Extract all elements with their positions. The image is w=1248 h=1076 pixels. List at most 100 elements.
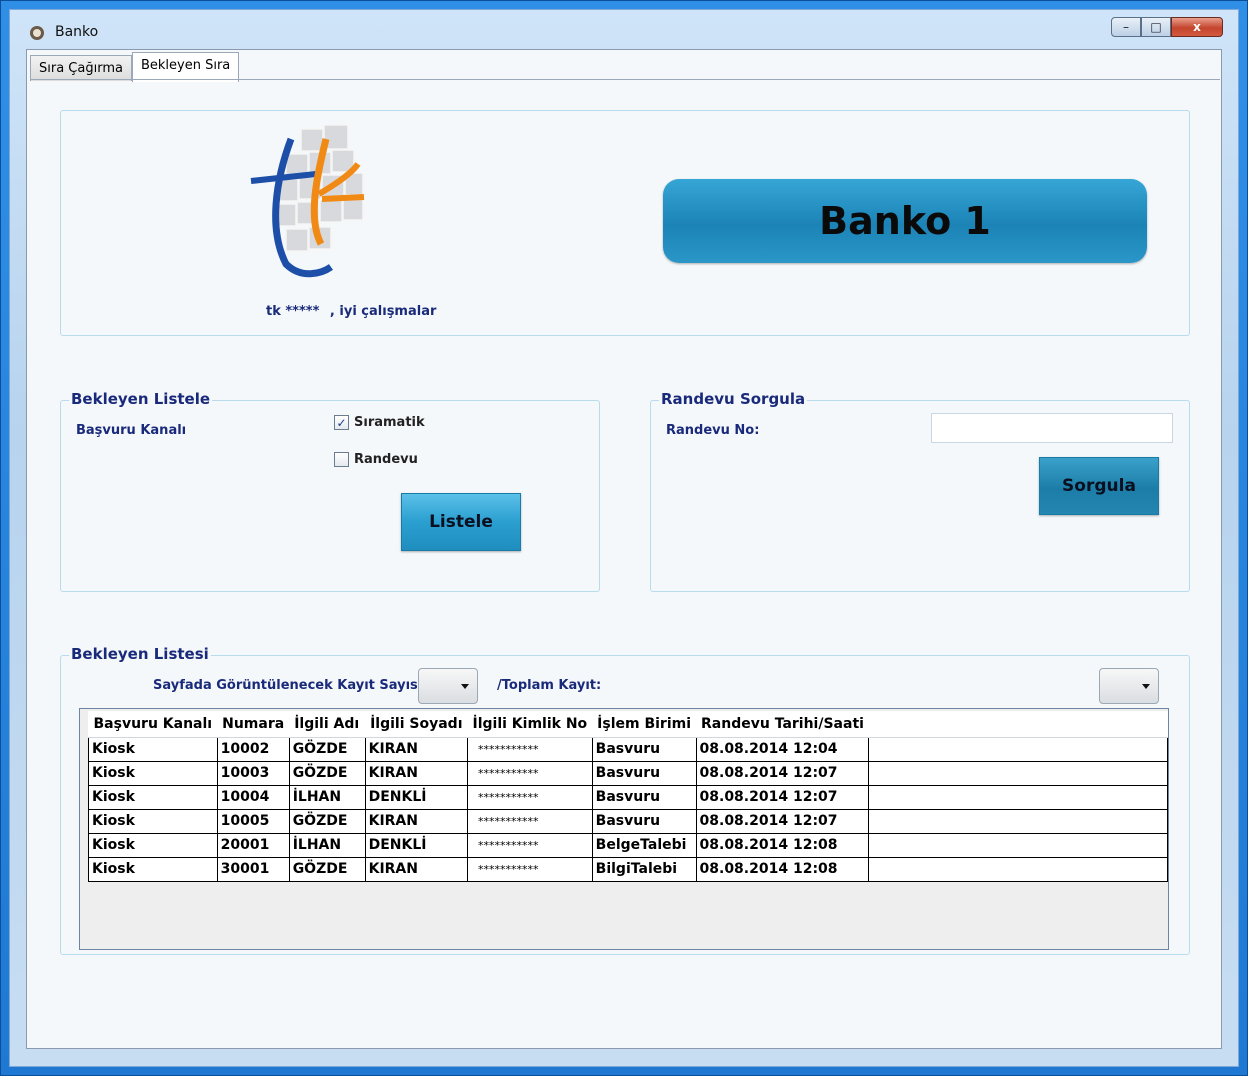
table-cell: *********** (467, 736, 593, 762)
total-records-select[interactable] (1099, 668, 1159, 704)
chevron-down-icon (1142, 684, 1150, 689)
close-icon: x (1193, 20, 1201, 34)
tab-strip: Sıra Çağırma Bekleyen Sıra (30, 52, 240, 82)
tab-bekleyen-sira[interactable]: Bekleyen Sıra (131, 52, 240, 82)
page-size-label: Sayfada Görüntülenecek Kayıt Sayısı: (153, 678, 428, 693)
greeting-suffix: , iyi çalışmalar (329, 304, 437, 319)
randevu-label: Randevu (354, 452, 418, 467)
check-icon: ✓ (336, 415, 347, 430)
table-cell: BilgiTalebi (591, 856, 697, 882)
bekleyen-table[interactable]: Başvuru Kanalı Numara İlgili Adı İlgili … (79, 708, 1169, 950)
column-header[interactable]: İlgili Adı (289, 711, 366, 738)
table-cell: Basvuru (591, 760, 697, 786)
column-header[interactable]: İlgili Soyadı (365, 711, 468, 738)
chevron-down-icon (461, 684, 469, 689)
table-cell: 08.08.2014 12:07 (695, 760, 870, 786)
bekleyen-listele-group: Bekleyen Listele Başvuru Kanalı ✓ Sırama… (60, 390, 600, 592)
table-row[interactable]: Kiosk 30001 GÖZDE KIRAN *********** Bilg… (88, 856, 1168, 882)
randevu-sorgula-title: Randevu Sorgula (659, 390, 808, 408)
minimize-button[interactable]: – (1111, 17, 1141, 37)
table-cell-filler (868, 856, 1168, 882)
table-cell: GÖZDE (288, 856, 366, 882)
minimize-icon: – (1123, 20, 1129, 34)
siramatik-checkbox[interactable]: ✓ (334, 415, 349, 430)
client-area: Sıra Çağırma Bekleyen Sıra tk ***** , iy… (26, 49, 1222, 1049)
tk-logo-icon (250, 124, 365, 278)
table-row[interactable]: Kiosk 10004 İLHAN DENKLİ *********** Bas… (88, 784, 1168, 810)
table-cell: Basvuru (591, 736, 697, 762)
table-cell: Basvuru (591, 808, 697, 834)
table-cell: 10003 (216, 760, 290, 786)
greeting-name: tk ***** (266, 304, 320, 319)
listele-button[interactable]: Listele (401, 493, 521, 551)
column-header[interactable]: Numara (217, 711, 290, 738)
table-cell: 08.08.2014 12:08 (695, 832, 870, 858)
column-header-filler (868, 711, 1168, 738)
app-window: Banko – □ x Sıra Çağırma Bekleyen Sıra t… (0, 0, 1248, 1076)
table-row[interactable]: Kiosk 10003 GÖZDE KIRAN *********** Basv… (88, 760, 1168, 786)
table-cell: *********** (467, 784, 593, 810)
table-cell: 10004 (216, 784, 290, 810)
data-table: Başvuru Kanalı Numara İlgili Adı İlgili … (88, 711, 1168, 882)
table-cell: BelgeTalebi (591, 832, 697, 858)
column-header[interactable]: Randevu Tarihi/Saati (696, 711, 869, 738)
tab-divider (30, 79, 1220, 80)
table-cell: İLHAN (288, 784, 366, 810)
title-bar[interactable]: Banko – □ x (23, 17, 1223, 47)
table-cell: GÖZDE (288, 808, 366, 834)
bekleyen-listesi-title: Bekleyen Listesi (69, 645, 211, 663)
table-cell: Kiosk (88, 784, 218, 810)
randevu-checkbox[interactable] (334, 452, 349, 467)
table-cell-filler (868, 784, 1168, 810)
basvuru-kanali-label: Başvuru Kanalı (76, 423, 187, 438)
table-cell: *********** (467, 832, 593, 858)
table-cell: 10002 (216, 736, 290, 762)
randevu-no-label: Randevu No: (666, 423, 760, 438)
table-cell: 08.08.2014 12:04 (695, 736, 870, 762)
sorgula-button[interactable]: Sorgula (1039, 457, 1159, 515)
table-row[interactable]: Kiosk 10002 GÖZDE KIRAN *********** Basv… (88, 736, 1168, 762)
page-size-select[interactable] (418, 668, 478, 704)
table-cell: DENKLİ (364, 832, 469, 858)
table-cell: *********** (467, 760, 593, 786)
table-cell-filler (868, 760, 1168, 786)
table-cell: 20001 (216, 832, 290, 858)
table-header-row: Başvuru Kanalı Numara İlgili Adı İlgili … (88, 711, 1168, 738)
table-cell: Kiosk (88, 736, 218, 762)
bekleyen-listele-title: Bekleyen Listele (69, 390, 213, 408)
table-cell: Kiosk (88, 832, 218, 858)
table-cell: Basvuru (591, 784, 697, 810)
column-header[interactable]: İşlem Birimi (592, 711, 697, 738)
table-cell: DENKLİ (364, 784, 469, 810)
table-cell: Kiosk (88, 808, 218, 834)
table-cell: 08.08.2014 12:07 (695, 784, 870, 810)
table-cell: 08.08.2014 12:07 (695, 808, 870, 834)
table-cell: KIRAN (364, 808, 469, 834)
table-cell-filler (868, 736, 1168, 762)
close-button[interactable]: x (1171, 17, 1223, 37)
banko-label: Banko 1 (663, 179, 1147, 263)
table-cell: 08.08.2014 12:08 (695, 856, 870, 882)
app-icon (30, 26, 44, 40)
table-cell: İLHAN (288, 832, 366, 858)
column-header[interactable]: İlgili Kimlik No (467, 711, 593, 738)
table-cell: KIRAN (364, 760, 469, 786)
maximize-button[interactable]: □ (1141, 17, 1171, 37)
randevu-no-input[interactable] (931, 413, 1173, 443)
tab-sira-cagirma[interactable]: Sıra Çağırma (30, 55, 132, 81)
table-row[interactable]: Kiosk 10005 GÖZDE KIRAN *********** Basv… (88, 808, 1168, 834)
table-cell-filler (868, 832, 1168, 858)
table-cell: GÖZDE (288, 736, 366, 762)
table-row[interactable]: Kiosk 20001 İLHAN DENKLİ *********** Bel… (88, 832, 1168, 858)
total-records-label: /Toplam Kayıt: (497, 678, 602, 693)
table-cell: Kiosk (88, 856, 218, 882)
siramatik-label: Sıramatik (354, 415, 425, 430)
window-controls: – □ x (1111, 17, 1223, 37)
table-cell: 30001 (216, 856, 290, 882)
greeting-text: tk ***** , iyi çalışmalar (266, 304, 436, 319)
table-cell: KIRAN (364, 856, 469, 882)
maximize-icon: □ (1150, 20, 1162, 34)
column-header[interactable]: Başvuru Kanalı (88, 711, 218, 738)
table-cell-filler (868, 808, 1168, 834)
randevu-sorgula-group: Randevu Sorgula Randevu No: Sorgula (650, 390, 1190, 592)
